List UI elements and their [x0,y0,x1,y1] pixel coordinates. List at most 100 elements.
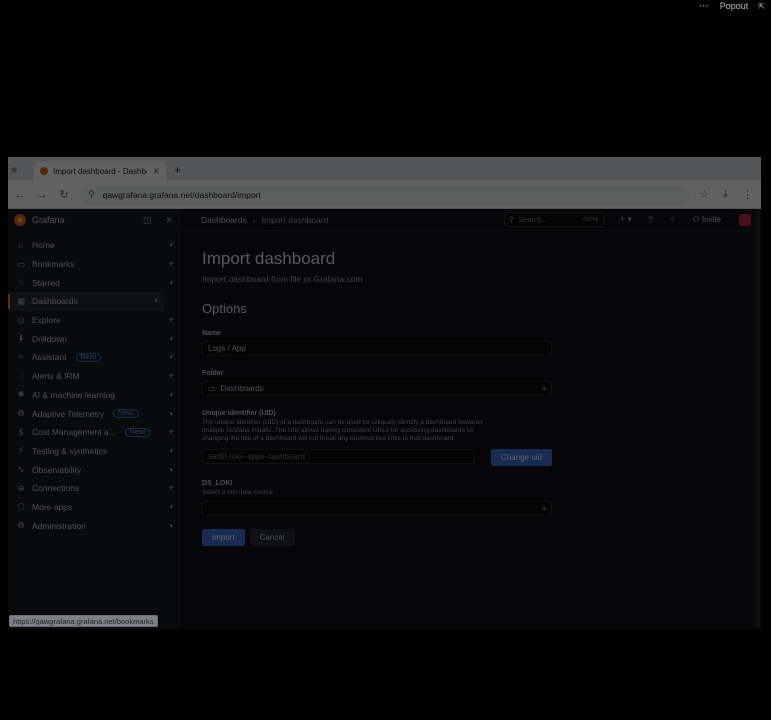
address-bar[interactable]: ⚲ qawgrafana.grafana.net/dashboard/impor… [80,184,690,205]
popout-bar: ⋯ Popout ⇱ [699,0,765,12]
chevron-down-icon[interactable]: ▾ [169,522,173,530]
drilldown-icon: ⬇ [17,333,25,344]
add-icon[interactable]: + ▾ [620,214,632,225]
sidebar-item-observability[interactable]: ∿ Observability ▾ [8,460,179,479]
sidebar-item-bookmarks[interactable]: ▭ Bookmarks ▾ [8,255,179,274]
close-icon[interactable]: ✕ [152,166,160,177]
change-uid-button[interactable]: Change uid [491,449,552,466]
browser-menu-icon[interactable]: ⋮ [742,188,753,201]
tab-strip: Import dashboard - Dashboards ✕ + [8,157,761,181]
chevron-down-icon[interactable]: ▾ [169,466,173,474]
chevron-down-icon[interactable]: ▾ [169,410,173,418]
scrollbar[interactable] [755,209,761,629]
sidebar-item-explore[interactable]: ◎ Explore ▾ [8,311,179,330]
search-icon: ⚲ [508,215,515,224]
sidebar-item-cost-management-a[interactable]: $ Cost Management a... New! ▾ [8,423,179,442]
sidebar-item-label: Starred [32,277,60,288]
download-icon[interactable]: ⤓ [723,188,728,201]
sidebar-item-label: Bookmarks [32,259,75,270]
breadcrumb-dashboards[interactable]: Dashboards [201,215,247,225]
chevron-down-icon[interactable]: ▾ [169,484,173,492]
sidebar-item-administration[interactable]: ⚙ Administration ▾ [8,516,179,535]
datasource-select[interactable]: ▾ [202,501,552,516]
invite-label: Invite [701,215,721,224]
assistant-sparkle-icon[interactable]: ✧ [669,214,677,225]
sidebar-item-label: Administration [32,520,86,531]
help-icon[interactable]: ? [648,215,653,225]
sidebar-item-label: Cost Management a... [32,427,116,438]
sidebar-item-label: Explore [32,315,61,326]
sidebar-item-home[interactable]: ⌂ Home ▾ [8,236,179,255]
name-field[interactable]: Logs / App [202,341,552,356]
uid-field: sadl8-loki--apps-dashboard [202,449,476,464]
chevron-down-icon: ▾ [542,505,546,513]
chevron-down-icon[interactable]: ▾ [169,372,173,380]
bookmark-icon: ▭ [16,258,26,269]
folder-select[interactable]: ▭ Dashboards ▾ [202,381,552,396]
sidebar-item-alerts-irm[interactable]: ♢ Alerts & IRM ▾ [8,367,179,386]
folder-icon: ▭ [208,384,216,393]
page-title: Import dashboard [202,249,336,268]
sidebar-item-drilldown[interactable]: ⬇ Drilldown ▾ [8,329,179,348]
chevron-down-icon[interactable]: ▾ [169,391,173,399]
sidebar-item-assistant[interactable]: ✧ Assistant New! ▾ [8,348,179,367]
brand-name: Grafana [32,215,65,225]
sidebar-item-testing-synthetics[interactable]: ⚡ Testing & synthetics ▾ [8,442,179,461]
sidebar-item-connections[interactable]: ⊕ Connections ▾ [8,479,179,498]
external-link-icon[interactable]: ⇱ [758,2,765,11]
dock-menu-icon[interactable]: ◫ [143,215,152,226]
chevron-down-icon[interactable]: ▾ [169,241,173,249]
sidebar-item-ai-machine-learning[interactable]: ✺ AI & machine learning ▾ [8,386,179,405]
uid-value: sadl8-loki--apps-dashboard [208,452,305,461]
new-tab-icon[interactable]: + [174,163,181,177]
chevron-down-icon[interactable]: ▾ [169,503,173,511]
chevron-down-icon[interactable]: ▾ [169,428,173,436]
chevron-down-icon[interactable]: ▾ [154,297,158,305]
chevron-down-icon[interactable]: ▾ [169,447,173,455]
grafana-logo-icon[interactable] [14,214,26,226]
chevron-down-icon[interactable]: ▾ [169,353,173,361]
sidebar-item-adaptive-telemetry[interactable]: ⚙ Adaptive Telemetry New! ▾ [8,404,179,423]
grafana-app: Grafana ◫ ✕ ⌂ Home ▾ ▭ Bookmarks ▾ ☆ Starred ▾ ▦ D… [8,209,761,629]
close-menu-icon[interactable]: ✕ [165,215,173,226]
bookmark-star-icon[interactable]: ☆ [699,188,709,201]
forward-icon[interactable]: → [36,189,48,201]
more-icon[interactable]: ⋯ [699,1,710,12]
chevron-down-icon[interactable]: ▾ [169,260,173,268]
site-info-icon[interactable]: ⚲ [88,189,95,200]
ds-label: DS_LOKI [202,480,233,487]
chevron-down-icon[interactable]: ▾ [169,279,173,287]
sidebar-item-starred[interactable]: ☆ Starred ▾ [8,273,179,292]
import-button[interactable]: Import [202,529,245,546]
avatar[interactable] [739,213,751,226]
uid-label: Unique identifier (UID) [202,410,276,417]
apps-icon: ⬡ [17,501,25,512]
sidebar-item-label: Observability [32,464,82,475]
back-icon[interactable]: ← [14,189,26,201]
new-badge: New! [124,427,151,437]
browser-window: Import dashboard - Dashboards ✕ + ← → ↻ … [8,157,761,629]
testing-icon: ⚡ [18,445,24,456]
grafana-favicon-icon [40,167,48,175]
sidebar-item-label: Adaptive Telemetry [32,408,105,419]
sidebar-item-dashboards[interactable]: ▦ Dashboards ▾ [8,292,164,311]
reload-icon[interactable]: ↻ [58,188,70,201]
sidebar-item-more-apps[interactable]: ⬡ More apps ▾ [8,498,179,517]
chevron-down-icon[interactable]: ▾ [169,316,173,324]
popout-label[interactable]: Popout [720,1,749,11]
observability-icon: ∿ [17,464,25,475]
invite-button[interactable]: ⚇ Invite [692,215,721,224]
admin-icon: ⚙ [17,520,25,531]
cancel-button[interactable]: Cancel [249,529,295,546]
search-shortcut: ctrl+k [582,216,599,223]
search-input[interactable]: ⚲ Search... ctrl+k [503,212,604,227]
sidebar-item-label: Connections [32,483,80,494]
window-dot [11,167,17,173]
new-badge: New! [113,409,140,419]
compass-icon: ◎ [17,314,25,325]
chevron-down-icon[interactable]: ▾ [169,335,173,343]
page-subtitle: Import dashboard from file or Grafana.co… [202,274,363,284]
breadcrumb-separator-icon: › [252,214,256,225]
browser-tab[interactable]: Import dashboard - Dashboards ✕ [34,161,166,181]
sidebar-item-label: Drilldown [32,333,67,344]
